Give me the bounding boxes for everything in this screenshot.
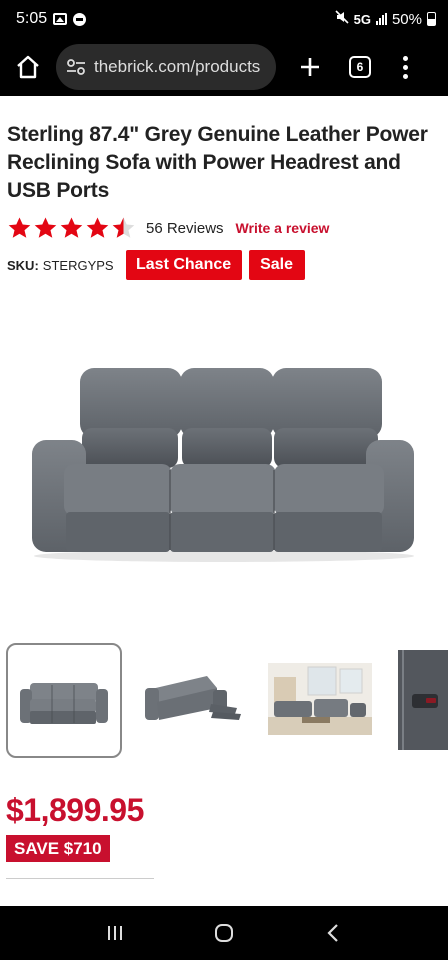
- star-icon: [8, 217, 31, 238]
- signal-icon: [375, 13, 387, 25]
- system-nav-bar: [0, 906, 448, 960]
- status-right: 5G 50%: [335, 10, 436, 28]
- last-chance-badge: Last Chance: [125, 250, 242, 280]
- gallery-icon: [53, 13, 68, 25]
- battery-label: 50%: [391, 10, 422, 28]
- new-tab-button[interactable]: [290, 47, 330, 87]
- home-icon: [17, 55, 39, 79]
- sku-label: SKU:: [7, 257, 39, 273]
- tab-count: 6: [349, 56, 371, 78]
- sale-badge: Sale: [248, 250, 305, 280]
- browser-menu-button[interactable]: [390, 47, 420, 87]
- reviews-count-link[interactable]: 56 Reviews: [146, 220, 224, 237]
- rating-row: 56 Reviews Write a review: [7, 214, 329, 242]
- network-label: 5G: [353, 11, 371, 27]
- savings-badge: SAVE $710: [6, 835, 110, 862]
- divider: [6, 878, 154, 879]
- recent-apps-button[interactable]: [95, 913, 135, 953]
- star-icon: [60, 217, 83, 238]
- back-button[interactable]: [313, 913, 353, 953]
- mute-icon: [335, 10, 349, 28]
- star-icon: [86, 217, 109, 238]
- star-icon: [34, 217, 57, 238]
- product-main-image[interactable]: [20, 360, 428, 575]
- write-review-link[interactable]: Write a review: [236, 220, 330, 236]
- home-button[interactable]: [8, 47, 48, 87]
- recent-apps-icon: [107, 926, 122, 940]
- back-icon: [327, 924, 339, 942]
- product-title: Sterling 87.4" Grey Genuine Leather Powe…: [7, 123, 428, 202]
- status-bar: 5:05 5G 50%: [0, 0, 448, 38]
- home-nav-button[interactable]: [204, 913, 244, 953]
- home-circle-icon: [214, 924, 233, 942]
- thumbnail-2[interactable]: [137, 668, 247, 730]
- star-rating[interactable]: [7, 216, 136, 240]
- thumbnail-1-selected[interactable]: [6, 643, 122, 758]
- sku-row: SKU: STERGYPS Last Chance Sale: [7, 250, 305, 280]
- plus-icon: [301, 58, 319, 76]
- product-price: $1,899.95: [6, 792, 144, 828]
- url-text: thebrick.com/products: [94, 57, 261, 76]
- battery-icon: [427, 12, 436, 26]
- status-left: 5:05: [16, 10, 87, 28]
- half-star-icon: [112, 217, 135, 238]
- site-settings-icon[interactable]: [66, 58, 86, 76]
- thumbnail-3[interactable]: [268, 663, 372, 735]
- thumbnail-4[interactable]: [398, 650, 448, 750]
- tab-switcher-button[interactable]: 6: [340, 47, 380, 87]
- sku-value: STERGYPS: [42, 257, 114, 273]
- do-not-disturb-icon: [73, 12, 87, 26]
- browser-toolbar: thebrick.com/products 6: [0, 38, 448, 96]
- address-bar[interactable]: thebrick.com/products: [56, 44, 276, 90]
- clock: 5:05: [16, 10, 48, 27]
